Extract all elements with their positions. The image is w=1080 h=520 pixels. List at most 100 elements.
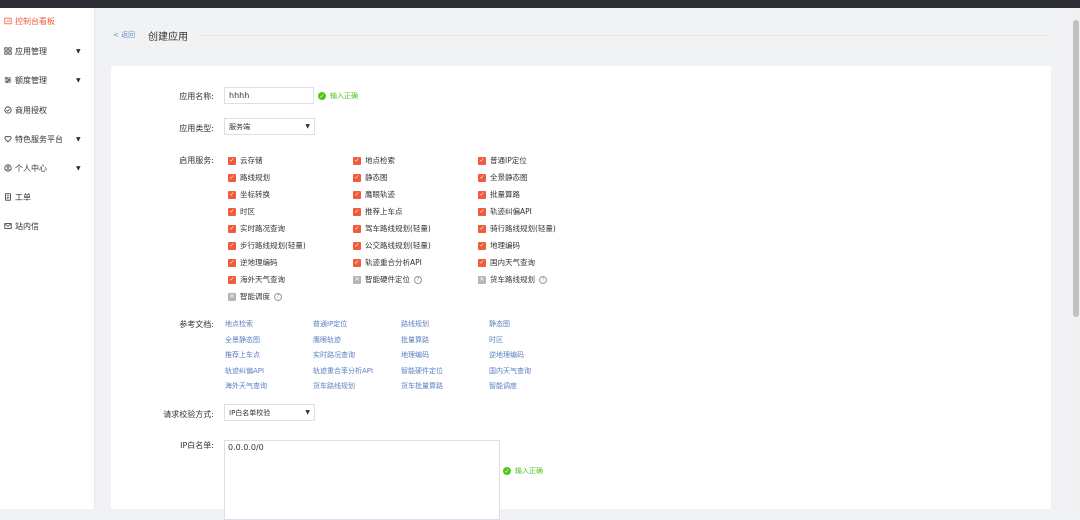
checkbox-checked-icon[interactable]: ✓ [478, 258, 486, 267]
doc-link[interactable]: 静态图 [489, 319, 510, 329]
service-checkbox[interactable]: ✓ 路线规划 [228, 172, 270, 183]
help-icon[interactable]: ? [539, 275, 547, 284]
doc-link[interactable]: 普通IP定位 [313, 319, 347, 329]
doc-link[interactable]: 海外天气查询 [225, 381, 267, 391]
service-checkbox[interactable]: ✓ 实时路况查询 [228, 223, 285, 234]
checkbox-checked-icon[interactable]: ✓ [478, 241, 486, 250]
service-checkbox[interactable]: ✓ 时区 [228, 206, 255, 217]
docs-label: 参考文档: [179, 320, 214, 329]
doc-link[interactable]: 地理编码 [401, 350, 429, 360]
checkbox-disabled-icon[interactable]: ✕ [478, 275, 486, 284]
sidebar-item[interactable]: 站内信 [0, 217, 94, 235]
doc-link[interactable]: 地点检索 [225, 319, 253, 329]
whitelist-label: IP白名单: [180, 441, 214, 450]
sidebar-item[interactable]: 控制台看板 [0, 12, 94, 30]
help-icon[interactable]: ? [414, 275, 422, 284]
service-checkbox[interactable]: ✓ 普通IP定位 [478, 155, 527, 166]
whitelist-valid-text: 输入正确 [515, 467, 543, 475]
chevron-down-icon[interactable]: ▼ [76, 48, 81, 55]
doc-link[interactable]: 时区 [489, 335, 503, 345]
checkbox-checked-icon[interactable]: ✓ [228, 207, 236, 216]
checkbox-checked-icon[interactable]: ✓ [478, 173, 486, 182]
checkbox-checked-icon[interactable]: ✓ [478, 207, 486, 216]
checkbox-checked-icon[interactable]: ✓ [353, 156, 361, 165]
user-icon [3, 164, 12, 173]
checkbox-checked-icon[interactable]: ✓ [353, 224, 361, 233]
doc-link[interactable]: 鹰眼轨迹 [313, 335, 341, 345]
service-checkbox[interactable]: ✕ 智能调度? [228, 291, 282, 302]
app-name-label: 应用名称: [179, 92, 214, 101]
doc-link[interactable]: 货车路线规划 [313, 381, 355, 391]
service-checkbox[interactable]: ✓ 批量算路 [478, 189, 520, 200]
service-checkbox[interactable]: ✓ 海外天气查询 [228, 274, 285, 285]
doc-link[interactable]: 轨迹重合率分析API [313, 366, 373, 376]
app-type-select[interactable]: 服务端 ▼ [224, 118, 315, 135]
doc-link[interactable]: 推荐上车点 [225, 350, 260, 360]
scrollbar-thumb[interactable] [1073, 20, 1079, 317]
doc-link[interactable]: 货车批量算路 [401, 381, 443, 391]
service-checkbox[interactable]: ✓ 云存储 [228, 155, 263, 166]
sidebar-item[interactable]: 特色服务平台 ▼ [0, 130, 94, 148]
service-checkbox[interactable]: ✓ 公交路线规划(轻量) [353, 240, 431, 251]
service-checkbox[interactable]: ✓ 地理编码 [478, 240, 520, 251]
sidebar-item[interactable]: 商用授权 [0, 101, 94, 119]
service-checkbox[interactable]: ✓ 国内天气查询 [478, 257, 535, 268]
doc-link[interactable]: 批量算路 [401, 335, 429, 345]
sidebar-item[interactable]: 工单 [0, 188, 94, 206]
doc-link[interactable]: 轨迹纠偏API [225, 366, 264, 376]
service-checkbox[interactable]: ✓ 逆地理编码 [228, 257, 278, 268]
service-checkbox[interactable]: ✓ 全景静态图 [478, 172, 528, 183]
app-name-input[interactable] [224, 87, 314, 104]
checkbox-checked-icon[interactable]: ✓ [353, 173, 361, 182]
service-checkbox[interactable]: ✓ 静态图 [353, 172, 388, 183]
service-checkbox[interactable]: ✓ 推荐上车点 [353, 206, 403, 217]
service-checkbox[interactable]: ✓ 鹰眼轨迹 [353, 189, 395, 200]
service-checkbox[interactable]: ✓ 步行路线规划(轻量) [228, 240, 306, 251]
service-checkbox[interactable]: ✕ 货车路线规划? [478, 274, 547, 285]
checkbox-checked-icon[interactable]: ✓ [353, 258, 361, 267]
service-checkbox[interactable]: ✕ 智能硬件定位? [353, 274, 422, 285]
check-circle-icon: ✓ [318, 92, 326, 100]
service-checkbox[interactable]: ✓ 轨迹纠偏API [478, 206, 532, 217]
checkbox-checked-icon[interactable]: ✓ [228, 156, 236, 165]
doc-link[interactable]: 实时路况查询 [313, 350, 355, 360]
checkbox-checked-icon[interactable]: ✓ [228, 241, 236, 250]
checkbox-disabled-icon[interactable]: ✕ [353, 275, 361, 284]
doc-link[interactable]: 国内天气查询 [489, 366, 531, 376]
app-type-value: 服务端 [229, 122, 250, 131]
checkbox-checked-icon[interactable]: ✓ [228, 275, 236, 284]
back-link[interactable]: < 返回 [113, 30, 135, 40]
doc-link[interactable]: 全景静态图 [225, 335, 260, 345]
service-checkbox[interactable]: ✓ 坐标转换 [228, 189, 270, 200]
doc-link[interactable]: 逆地理编码 [489, 350, 524, 360]
sidebar-item[interactable]: 个人中心 ▼ [0, 159, 94, 177]
checkbox-checked-icon[interactable]: ✓ [478, 156, 486, 165]
service-checkbox[interactable]: ✓ 地点检索 [353, 155, 395, 166]
sidebar-item[interactable]: 额度管理 ▼ [0, 71, 94, 89]
verify-select[interactable]: IP白名单校验 ▼ [224, 404, 315, 421]
service-label: 驾车路线规划(轻量) [365, 224, 431, 233]
checkbox-checked-icon[interactable]: ✓ [478, 224, 486, 233]
service-checkbox[interactable]: ✓ 轨迹重合分析API [353, 257, 422, 268]
checkbox-checked-icon[interactable]: ✓ [228, 190, 236, 199]
checkbox-checked-icon[interactable]: ✓ [353, 190, 361, 199]
shield-icon [3, 106, 12, 115]
checkbox-checked-icon[interactable]: ✓ [228, 258, 236, 267]
checkbox-checked-icon[interactable]: ✓ [228, 224, 236, 233]
doc-link[interactable]: 智能调度 [489, 381, 517, 391]
chevron-down-icon[interactable]: ▼ [76, 136, 81, 143]
sidebar-item[interactable]: 应用管理 ▼ [0, 42, 94, 60]
service-checkbox[interactable]: ✓ 驾车路线规划(轻量) [353, 223, 431, 234]
chevron-down-icon[interactable]: ▼ [76, 77, 81, 84]
checkbox-checked-icon[interactable]: ✓ [228, 173, 236, 182]
service-checkbox[interactable]: ✓ 骑行路线规划(轻量) [478, 223, 556, 234]
checkbox-checked-icon[interactable]: ✓ [353, 207, 361, 216]
help-icon[interactable]: ? [274, 292, 282, 301]
whitelist-textarea[interactable]: 0.0.0.0/0 [224, 440, 500, 520]
checkbox-checked-icon[interactable]: ✓ [478, 190, 486, 199]
doc-link[interactable]: 路线规划 [401, 319, 429, 329]
doc-link[interactable]: 智能硬件定位 [401, 366, 443, 376]
checkbox-checked-icon[interactable]: ✓ [353, 241, 361, 250]
chevron-down-icon[interactable]: ▼ [76, 165, 81, 172]
checkbox-disabled-icon[interactable]: ✕ [228, 292, 236, 301]
